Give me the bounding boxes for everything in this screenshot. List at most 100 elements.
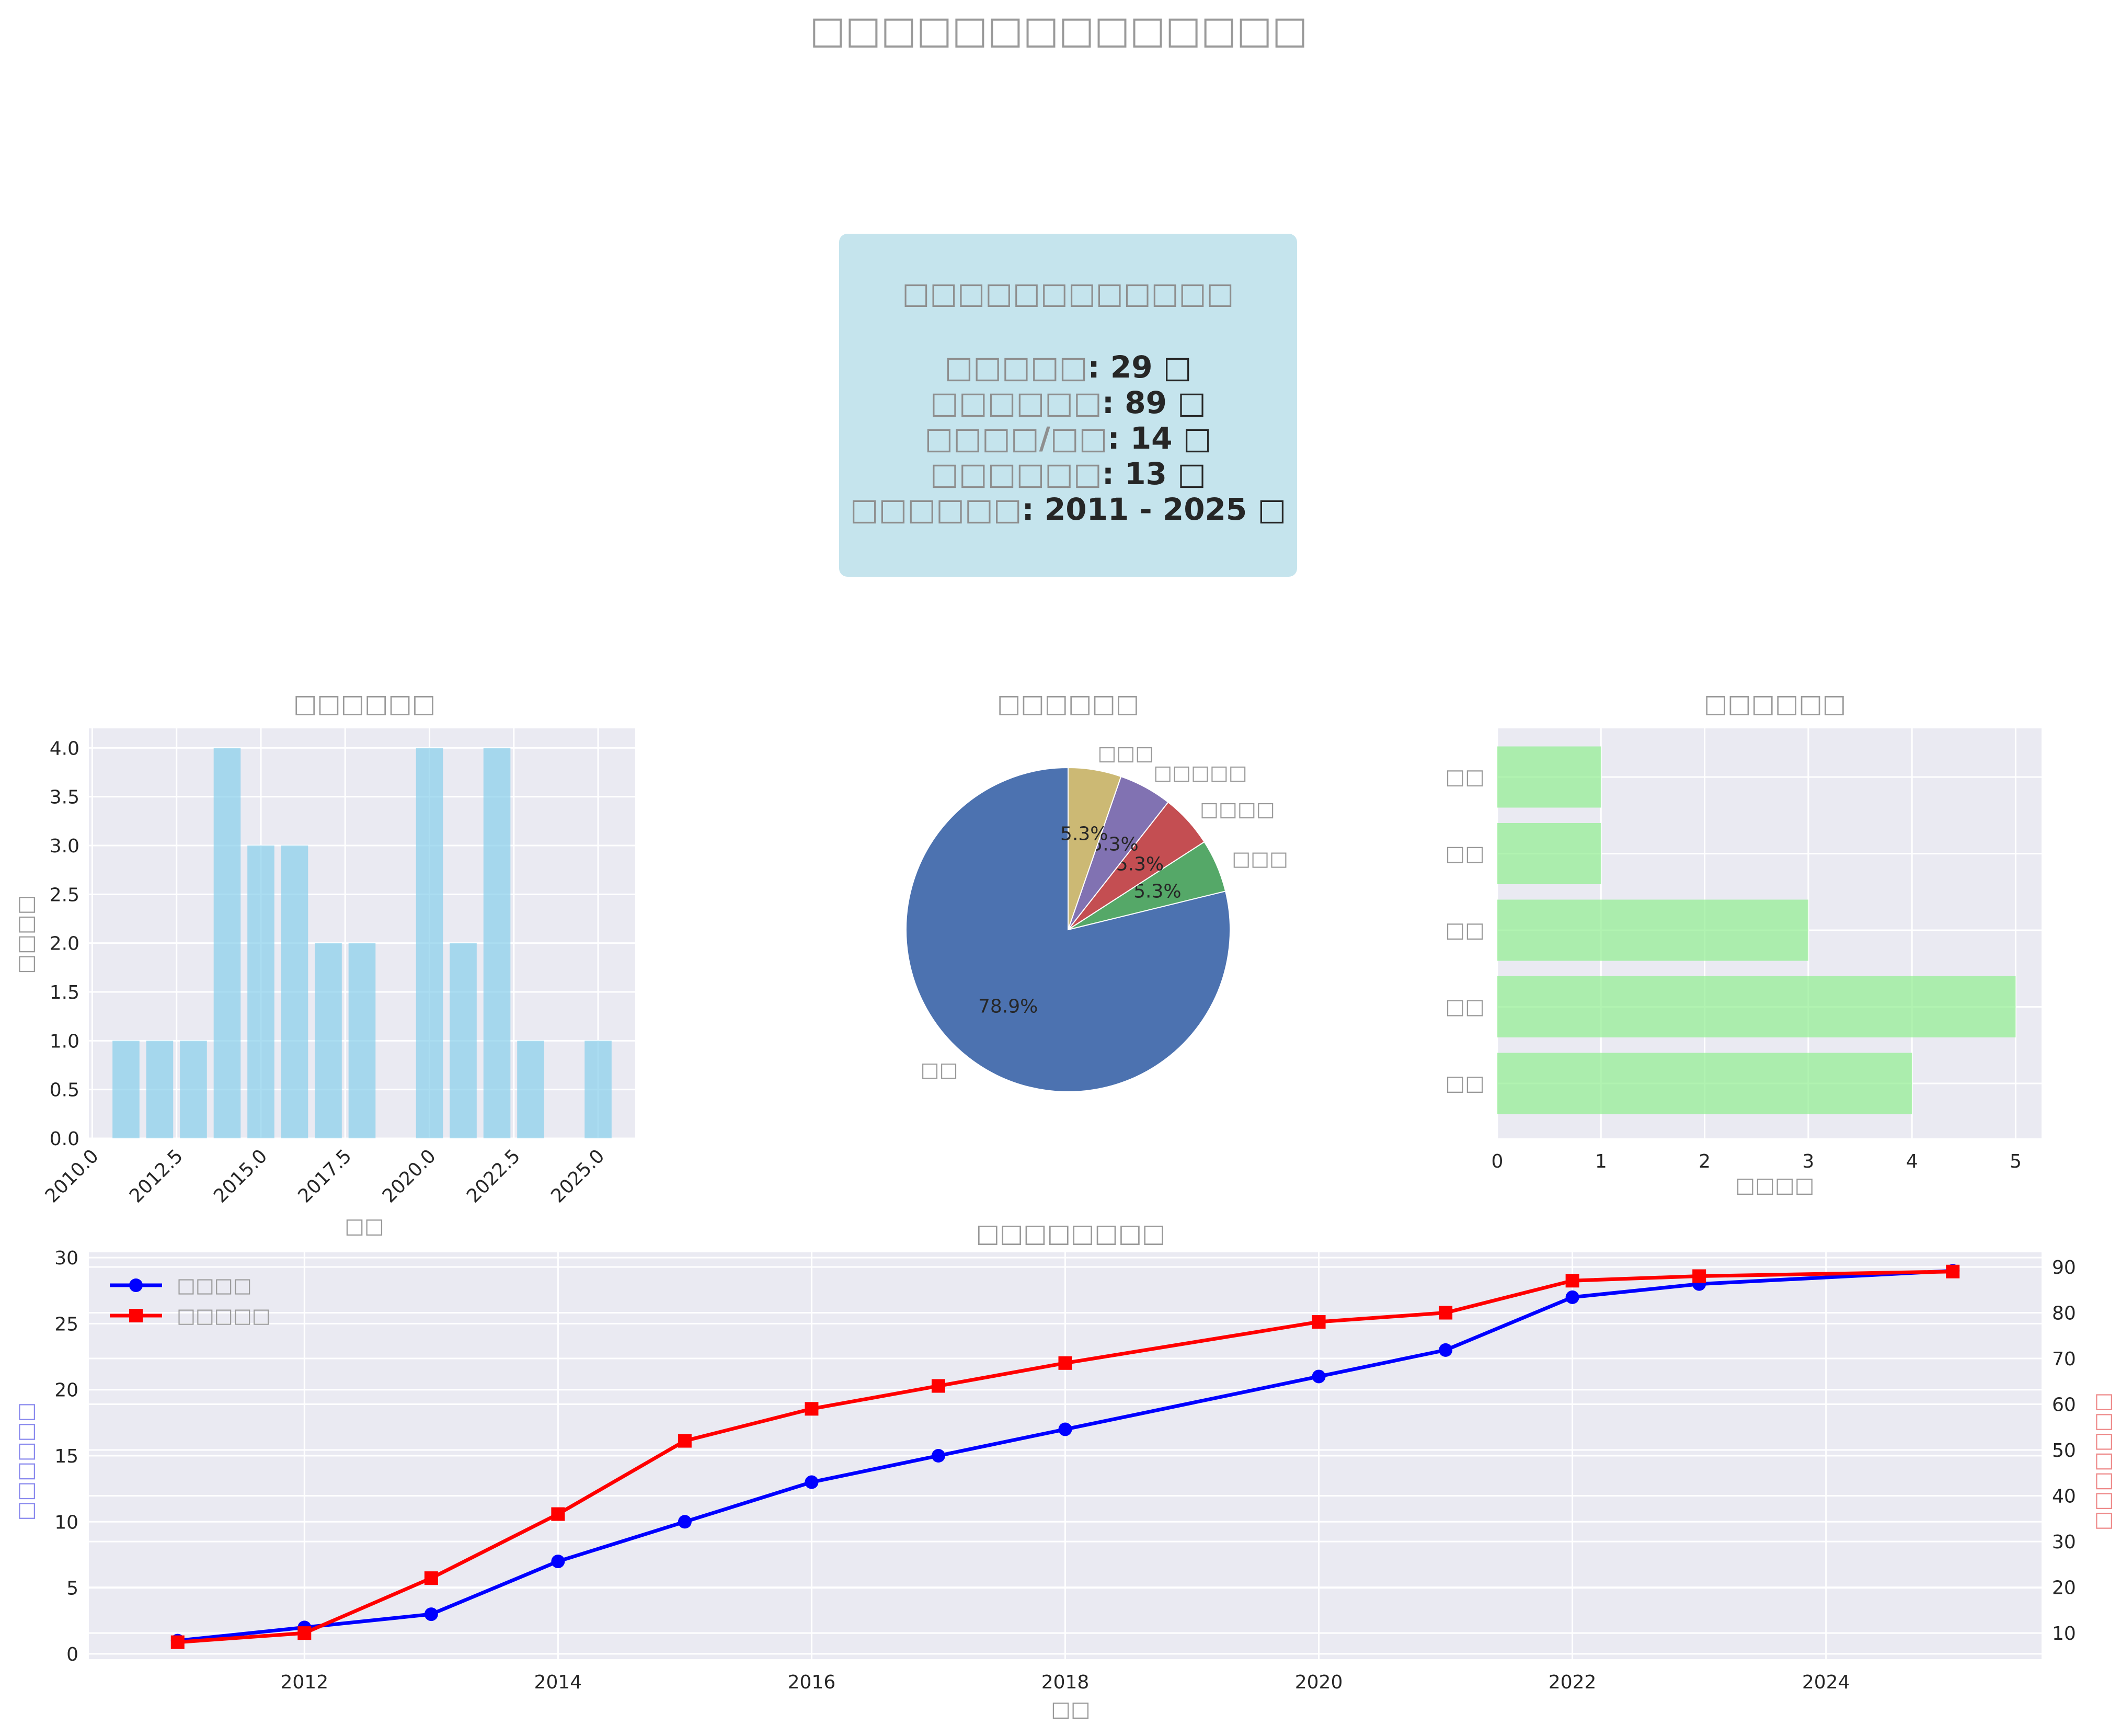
x-axis-label: □□ — [1051, 1697, 1091, 1721]
y-tick-label-right: 70 — [2052, 1349, 2076, 1370]
pie-slice-label: □□□ — [1097, 742, 1154, 765]
horizontal-bar-chart: □□□□□□ □□□□ 0 1 2 3 4 5□□□□□□□□□□ — [1445, 689, 2042, 1197]
data-point — [424, 1571, 438, 1585]
y-tick-label-left: 5 — [66, 1578, 78, 1600]
data-point — [1439, 1306, 1453, 1320]
data-point — [678, 1515, 692, 1529]
y-tick-label-right: 80 — [2052, 1303, 2076, 1324]
x-tick-label: 3 — [1802, 1151, 1814, 1172]
y-axis-label-left: □□□□□□ — [14, 1402, 38, 1521]
x-tick-label: 2024 — [1802, 1672, 1850, 1693]
bar — [348, 943, 376, 1138]
y-tick-label: 1.5 — [50, 982, 79, 1003]
y-tick-label: □□ — [1445, 842, 1485, 866]
y-tick-label-right: 20 — [2052, 1578, 2076, 1599]
pie-percent-label: 5.3% — [1060, 824, 1108, 845]
x-tick-label: 2020 — [1295, 1672, 1343, 1693]
x-tick-label: 1 — [1595, 1151, 1607, 1172]
pie-slice-label: □□ — [921, 1058, 958, 1081]
x-tick-label: 2025.0 — [547, 1145, 609, 1207]
data-point — [805, 1402, 819, 1416]
y-tick-label-right: 90 — [2052, 1257, 2076, 1278]
legend-label: □□□□ — [177, 1274, 252, 1297]
bar — [1497, 976, 2016, 1037]
data-point — [678, 1434, 692, 1448]
data-point — [805, 1475, 819, 1489]
data-point — [1058, 1356, 1072, 1370]
y-tick-label-left: 10 — [54, 1512, 78, 1533]
legend-marker — [129, 1278, 143, 1292]
bar — [315, 943, 342, 1138]
x-tick-label: 2015.0 — [210, 1145, 271, 1207]
y-tick-label-right: 40 — [2052, 1486, 2076, 1507]
y-tick-label-left: 0 — [66, 1644, 78, 1665]
figure-title: □□□□□□□□□□□□□□ — [810, 8, 1308, 52]
x-tick-label: 2 — [1699, 1151, 1711, 1172]
y-tick-label: 2.0 — [50, 933, 79, 955]
bar — [416, 748, 443, 1138]
bar — [483, 748, 511, 1138]
bar — [213, 748, 241, 1138]
legend-label: □□□□□ — [177, 1304, 271, 1327]
data-point — [1946, 1264, 1960, 1278]
data-point — [1439, 1343, 1453, 1357]
x-axis-label: □□ — [345, 1214, 384, 1238]
data-point — [931, 1379, 945, 1393]
pie-slice-label: □□□ — [1232, 847, 1288, 870]
y-tick-label: □□ — [1445, 995, 1485, 1019]
cumulative-line-chart: □□□□□□□□ □□ □□□□□□ □□□□□□□ 0 5 10 15 20 25 30 1… — [14, 1219, 2115, 1721]
x-axis-label: □□□□ — [1735, 1173, 1814, 1197]
y-tick-label: 4.0 — [50, 738, 79, 759]
bar — [450, 943, 477, 1138]
x-tick-label: 2012.5 — [125, 1145, 187, 1207]
y-tick-label: 0.5 — [50, 1080, 79, 1101]
pie-percent-label: 78.9% — [978, 996, 1038, 1017]
data-point — [1565, 1274, 1579, 1288]
summary-line: □□□□□□: 89 □ — [930, 385, 1206, 420]
bar — [247, 846, 274, 1138]
y-tick-label: □□ — [1445, 765, 1485, 789]
summary-line: □□□□□: 29 □ — [944, 349, 1191, 385]
data-point — [931, 1449, 945, 1463]
x-tick-label: 4 — [1906, 1151, 1918, 1172]
y-tick-label-right: 30 — [2052, 1532, 2076, 1553]
x-tick-label: 2018 — [1041, 1672, 1090, 1693]
y-axis-label: □□□□ — [14, 895, 38, 974]
y-tick-label: 2.5 — [50, 884, 79, 906]
x-tick-label: 2016 — [788, 1672, 836, 1693]
pie-percent-label: 5.3% — [1133, 881, 1181, 902]
x-tick-label: 2014 — [534, 1672, 582, 1693]
data-point — [1565, 1290, 1579, 1304]
summary-title: □□□□□□□□□□□□ — [902, 277, 1234, 311]
data-point — [1312, 1315, 1326, 1329]
summary-line: □□□□□□: 13 □ — [930, 456, 1206, 492]
pie-chart: □□□□□□ 78.9%□□5.3%□□□5.3%□□□□5.3%□□□□□5.… — [905, 689, 1288, 1092]
data-point — [170, 1635, 185, 1649]
data-point — [551, 1555, 565, 1569]
x-tick-label: 2012 — [280, 1672, 328, 1693]
x-tick-label: 2022.5 — [463, 1145, 524, 1207]
y-tick-label: 3.0 — [50, 836, 79, 857]
pie-slice-label: □□□□□ — [1153, 761, 1247, 784]
bar — [1497, 746, 1601, 808]
y-tick-label-right: 60 — [2052, 1395, 2076, 1416]
y-tick-label-left: 15 — [54, 1446, 78, 1467]
y-tick-label-left: 30 — [54, 1248, 78, 1269]
bar — [112, 1041, 140, 1138]
chart-title: □□□□□□ — [997, 689, 1139, 718]
bar — [180, 1041, 207, 1138]
x-tick-label: 2010.0 — [41, 1145, 103, 1207]
chart-title: □□□□□□□□ — [976, 1219, 1166, 1248]
data-point — [1058, 1422, 1072, 1436]
data-point — [551, 1507, 565, 1521]
y-tick-label: □□ — [1445, 918, 1485, 942]
bar — [281, 846, 308, 1138]
x-tick-label: 2020.0 — [379, 1145, 440, 1207]
y-tick-label-right: 10 — [2052, 1623, 2076, 1644]
legend-marker — [129, 1309, 143, 1322]
y-tick-label: 0.0 — [50, 1128, 79, 1150]
data-point — [1312, 1369, 1326, 1384]
x-tick-label: 0 — [1492, 1151, 1504, 1172]
y-tick-label: 3.5 — [50, 787, 79, 808]
data-point — [1692, 1269, 1706, 1283]
